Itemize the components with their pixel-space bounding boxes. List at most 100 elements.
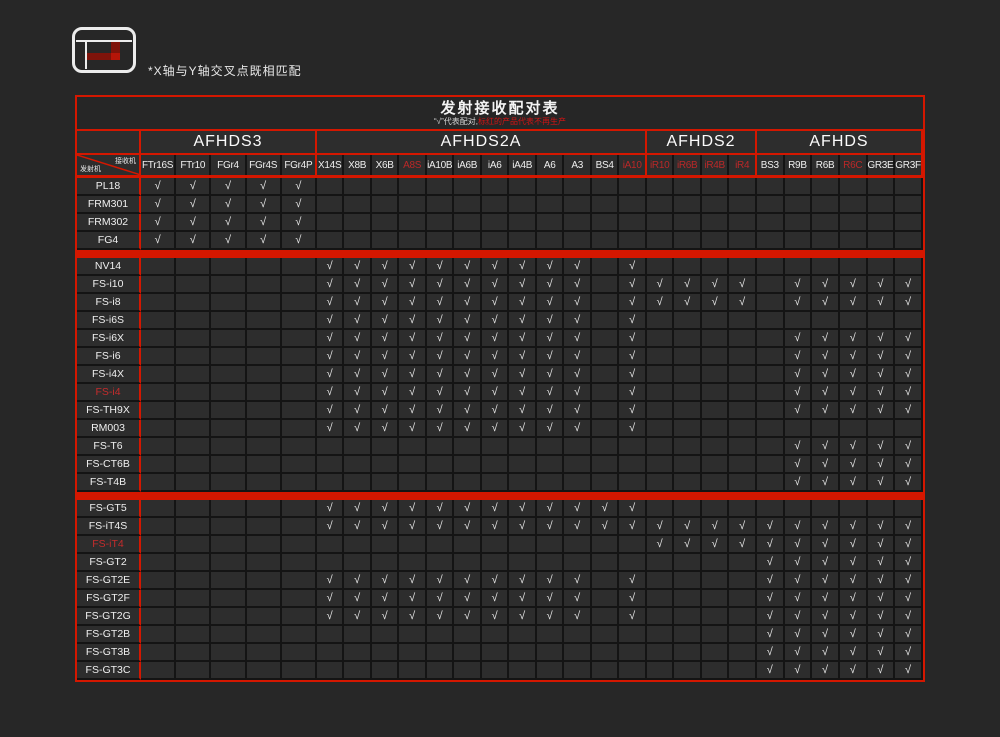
empty-cell — [372, 232, 400, 250]
empty-cell — [176, 474, 211, 492]
empty-cell — [647, 330, 675, 348]
check-cell: √ — [482, 366, 510, 384]
empty-cell — [647, 232, 675, 250]
empty-cell — [317, 232, 345, 250]
empty-cell — [211, 312, 246, 330]
table-row: FS-i6S√√√√√√√√√√√ — [77, 312, 923, 330]
check-cell: √ — [399, 258, 427, 276]
empty-cell — [647, 644, 675, 662]
empty-cell — [757, 474, 785, 492]
check-cell: √ — [344, 312, 372, 330]
empty-cell — [141, 644, 176, 662]
empty-cell — [317, 474, 345, 492]
check-cell: √ — [619, 608, 647, 626]
empty-cell — [868, 232, 896, 250]
check-cell: √ — [454, 518, 482, 536]
check-cell: √ — [840, 662, 868, 680]
check-cell: √ — [399, 348, 427, 366]
check-cell: √ — [868, 402, 896, 420]
check-cell: √ — [785, 330, 813, 348]
empty-cell — [282, 608, 317, 626]
empty-cell — [211, 518, 246, 536]
empty-cell — [176, 518, 211, 536]
row-label-rm003: RM003 — [77, 420, 141, 438]
empty-cell — [141, 258, 176, 276]
empty-cell — [564, 474, 592, 492]
check-cell: √ — [509, 572, 537, 590]
row-label-fs-gt5: FS-GT5 — [77, 500, 141, 518]
table-row: FS-GT2B√√√√√√ — [77, 626, 923, 644]
empty-cell — [211, 348, 246, 366]
check-cell: √ — [812, 644, 840, 662]
check-cell: √ — [674, 518, 702, 536]
empty-cell — [812, 500, 840, 518]
empty-cell — [895, 258, 923, 276]
empty-cell — [674, 366, 702, 384]
empty-cell — [647, 590, 675, 608]
empty-cell — [564, 214, 592, 232]
empty-cell — [282, 438, 317, 456]
empty-cell — [176, 366, 211, 384]
empty-cell — [674, 438, 702, 456]
empty-cell — [647, 662, 675, 680]
check-cell: √ — [427, 312, 455, 330]
empty-cell — [317, 196, 345, 214]
empty-cell — [317, 438, 345, 456]
empty-cell — [702, 456, 730, 474]
check-cell: √ — [317, 572, 345, 590]
empty-cell — [674, 662, 702, 680]
check-cell: √ — [619, 312, 647, 330]
check-cell: √ — [868, 276, 896, 294]
table-row: FS-GT3C√√√√√√ — [77, 662, 923, 680]
check-cell: √ — [344, 366, 372, 384]
check-cell: √ — [840, 572, 868, 590]
check-cell: √ — [372, 608, 400, 626]
column-header-ir10: iR10 — [647, 155, 675, 175]
check-cell: √ — [427, 276, 455, 294]
check-cell: √ — [482, 384, 510, 402]
empty-cell — [674, 644, 702, 662]
check-cell: √ — [785, 608, 813, 626]
check-cell: √ — [372, 518, 400, 536]
check-cell: √ — [592, 518, 620, 536]
empty-cell — [619, 644, 647, 662]
empty-cell — [247, 518, 282, 536]
table-row: FS-GT2√√√√√√ — [77, 554, 923, 572]
check-cell: √ — [427, 348, 455, 366]
empty-cell — [509, 662, 537, 680]
empty-cell — [247, 312, 282, 330]
empty-cell — [702, 402, 730, 420]
corner-transmitter-label: 发射机 — [80, 164, 101, 174]
check-cell: √ — [344, 348, 372, 366]
empty-cell — [647, 420, 675, 438]
check-cell: √ — [454, 258, 482, 276]
empty-cell — [729, 474, 757, 492]
check-cell: √ — [785, 276, 813, 294]
empty-cell — [840, 500, 868, 518]
check-cell: √ — [454, 312, 482, 330]
check-cell: √ — [564, 276, 592, 294]
check-cell: √ — [317, 384, 345, 402]
empty-cell — [454, 626, 482, 644]
check-cell: √ — [895, 662, 923, 680]
empty-cell — [647, 438, 675, 456]
check-cell: √ — [454, 572, 482, 590]
check-cell: √ — [564, 608, 592, 626]
empty-cell — [702, 348, 730, 366]
empty-cell — [757, 500, 785, 518]
empty-cell — [282, 554, 317, 572]
empty-cell — [674, 196, 702, 214]
empty-cell — [176, 330, 211, 348]
empty-cell — [176, 644, 211, 662]
empty-cell — [141, 572, 176, 590]
empty-cell — [176, 590, 211, 608]
empty-cell — [537, 196, 565, 214]
check-cell: √ — [454, 608, 482, 626]
empty-cell — [344, 456, 372, 474]
empty-cell — [247, 276, 282, 294]
empty-cell — [729, 572, 757, 590]
empty-cell — [729, 456, 757, 474]
check-cell: √ — [895, 438, 923, 456]
check-cell: √ — [757, 608, 785, 626]
check-cell: √ — [344, 402, 372, 420]
